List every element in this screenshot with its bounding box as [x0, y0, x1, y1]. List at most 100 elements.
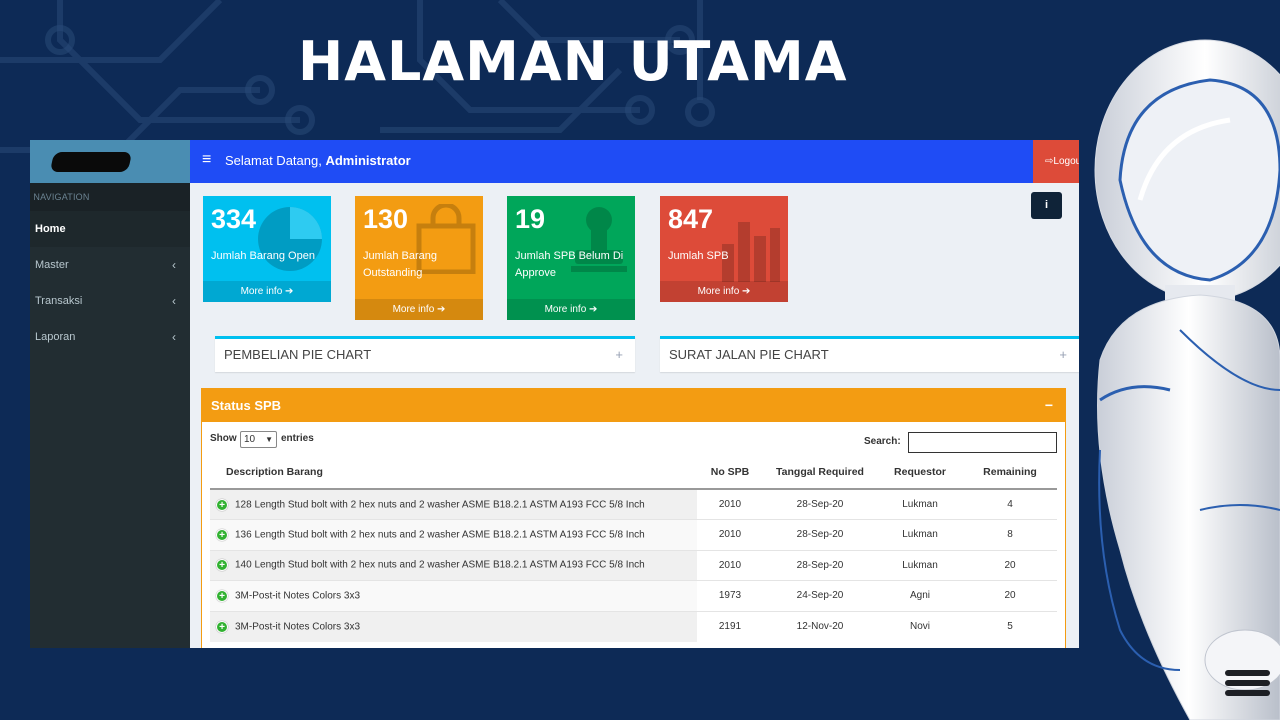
cell-remaining: 20	[963, 549, 1057, 581]
expand-plus-icon[interactable]: +	[615, 347, 623, 362]
sidebar-item-home[interactable]: Home	[30, 211, 190, 247]
sidebar-item-label: Master	[35, 259, 69, 271]
entries-label: entries	[281, 433, 314, 444]
hamburger-menu-icon[interactable]: ≡	[202, 151, 211, 169]
stat-label: Jumlah Barang Outstanding	[363, 250, 437, 279]
cell-no-spb: 2191	[697, 610, 763, 642]
cell-requestor: Lukman	[877, 549, 963, 581]
expand-row-icon[interactable]: +	[216, 620, 228, 633]
stat-box-spb-belum-approve: 19 Jumlah SPB Belum Di Approve More info…	[507, 196, 635, 320]
box-title: SURAT JALAN PIE CHART	[669, 347, 829, 362]
search-label: Search:	[864, 436, 901, 447]
show-label: Show	[210, 433, 237, 444]
expand-row-icon[interactable]: +	[216, 589, 228, 602]
box-title: PEMBELIAN PIE CHART	[224, 347, 372, 362]
more-info-link[interactable]: More info ➔	[355, 299, 483, 320]
table-header-row: Description Barang No SPB Tanggal Requir…	[210, 456, 1057, 490]
cell-description: +140 Length Stud bolt with 2 hex nuts an…	[210, 549, 697, 581]
expand-row-icon[interactable]: +	[216, 559, 228, 572]
cell-tanggal: 24-Sep-20	[763, 580, 877, 611]
chevron-left-icon: ‹	[172, 258, 176, 272]
welcome-text: Selamat Datang, Administrator	[225, 153, 411, 168]
cell-no-spb: 2010	[697, 549, 763, 581]
description-text: 3M-Post-it Notes Colors 3x3	[235, 590, 361, 602]
cell-remaining: 4	[963, 488, 1057, 520]
stat-label: Jumlah Barang Open	[211, 250, 315, 262]
status-spb-header: Status SPB −	[202, 389, 1065, 422]
column-header-tanggal[interactable]: Tanggal Required	[763, 456, 877, 490]
search-input[interactable]	[908, 432, 1057, 453]
logo-area[interactable]	[30, 140, 190, 183]
table-row[interactable]: +136 Length Stud bolt with 2 hex nuts an…	[210, 519, 1057, 550]
description-text: 3M-Post-it Notes Colors 3x3	[235, 621, 361, 633]
table-controls: Show 10 ▼ entries Search:	[202, 422, 1065, 456]
description-text: 136 Length Stud bolt with 2 hex nuts and…	[235, 529, 645, 541]
more-info-link[interactable]: More info ➔	[507, 299, 635, 320]
sidebar-item-label: Laporan	[35, 331, 76, 343]
cell-no-spb: 1973	[697, 580, 763, 611]
logout-button[interactable]: ⇨Logout	[1033, 140, 1079, 183]
description-text: 128 Length Stud bolt with 2 hex nuts and…	[235, 499, 645, 511]
status-spb-panel: Status SPB − Show 10 ▼ entries Search: D…	[201, 388, 1066, 648]
username: Administrator	[325, 153, 411, 168]
cell-description: +136 Length Stud bolt with 2 hex nuts an…	[210, 519, 697, 550]
entries-select[interactable]: 10 ▼	[240, 431, 277, 448]
app-screenshot: N NAVIGATION Home Master ‹ Transaksi ‹ L…	[30, 140, 1079, 648]
cell-requestor: Lukman	[877, 519, 963, 550]
sidebar-item-master[interactable]: Master ‹	[30, 247, 190, 283]
cell-tanggal: 28-Sep-20	[763, 549, 877, 581]
status-spb-table: Description Barang No SPB Tanggal Requir…	[210, 456, 1057, 642]
more-info-link[interactable]: More info ➔	[203, 281, 331, 302]
table-row[interactable]: +128 Length Stud bolt with 2 hex nuts an…	[210, 488, 1057, 520]
info-button[interactable]: i	[1031, 192, 1062, 219]
cell-description: +3M-Post-it Notes Colors 3x3	[210, 580, 697, 611]
stat-label: Jumlah SPB	[668, 250, 729, 262]
stat-box-jumlah-spb: 847 Jumlah SPB More info ➔	[660, 196, 788, 302]
collapse-minus-icon[interactable]: −	[1045, 389, 1053, 422]
stat-box-barang-open: 334 Jumlah Barang Open More info ➔	[203, 196, 331, 302]
sidebar-item-laporan[interactable]: Laporan ‹	[30, 319, 190, 355]
top-navbar: ≡ Selamat Datang, Administrator ⇨Logout	[190, 140, 1079, 183]
info-icon: i	[1044, 199, 1049, 211]
stat-box-barang-outstanding: 130 Jumlah Barang Outstanding More info …	[355, 196, 483, 320]
panel-title: Status SPB	[211, 398, 282, 413]
cell-remaining: 5	[963, 610, 1057, 642]
chevron-down-icon: ▼	[265, 435, 273, 444]
chevron-left-icon: ‹	[172, 294, 176, 308]
cell-requestor: Lukman	[877, 488, 963, 520]
description-text: 140 Length Stud bolt with 2 hex nuts and…	[235, 559, 645, 571]
sidebar: N NAVIGATION Home Master ‹ Transaksi ‹ L…	[30, 140, 190, 648]
expand-row-icon[interactable]: +	[216, 498, 228, 511]
table-row[interactable]: +3M-Post-it Notes Colors 3x3 1973 24-Sep…	[210, 580, 1057, 611]
stat-value: 130	[363, 204, 409, 234]
surat-jalan-pie-chart-box: SURAT JALAN PIE CHART +	[660, 336, 1079, 372]
column-header-description[interactable]: Description Barang	[210, 456, 697, 490]
cell-description: +128 Length Stud bolt with 2 hex nuts an…	[210, 488, 697, 520]
column-header-requestor[interactable]: Requestor	[877, 456, 963, 490]
entries-value: 10	[244, 434, 256, 445]
cell-tanggal: 12-Nov-20	[763, 610, 877, 642]
cell-remaining: 8	[963, 519, 1057, 550]
nav-header: N NAVIGATION	[30, 183, 190, 211]
slide-title: HALAMAN UTAMA	[298, 30, 848, 93]
expand-row-icon[interactable]: +	[216, 528, 228, 541]
more-info-link[interactable]: More info ➔	[660, 281, 788, 302]
expand-plus-icon[interactable]: +	[1059, 347, 1067, 362]
sidebar-item-label: Home	[35, 223, 66, 235]
column-header-no-spb[interactable]: No SPB	[697, 456, 763, 490]
pembelian-pie-chart-box: PEMBELIAN PIE CHART +	[215, 336, 635, 372]
sidebar-item-label: Transaksi	[35, 295, 83, 307]
chevron-left-icon: ‹	[172, 330, 176, 344]
column-header-remaining[interactable]: Remaining	[963, 456, 1057, 490]
stat-value: 847	[668, 204, 714, 234]
redacted-logo	[49, 152, 133, 172]
cell-description: +3M-Post-it Notes Colors 3x3	[210, 610, 697, 642]
cell-no-spb: 2010	[697, 488, 763, 520]
cell-requestor: Novi	[877, 610, 963, 642]
table-row[interactable]: +140 Length Stud bolt with 2 hex nuts an…	[210, 549, 1057, 581]
cell-tanggal: 28-Sep-20	[763, 519, 877, 550]
table-row[interactable]: +3M-Post-it Notes Colors 3x3 2191 12-Nov…	[210, 610, 1057, 642]
sidebar-item-transaksi[interactable]: Transaksi ‹	[30, 283, 190, 319]
stat-value: 334	[211, 204, 257, 234]
stat-value: 19	[515, 204, 546, 234]
